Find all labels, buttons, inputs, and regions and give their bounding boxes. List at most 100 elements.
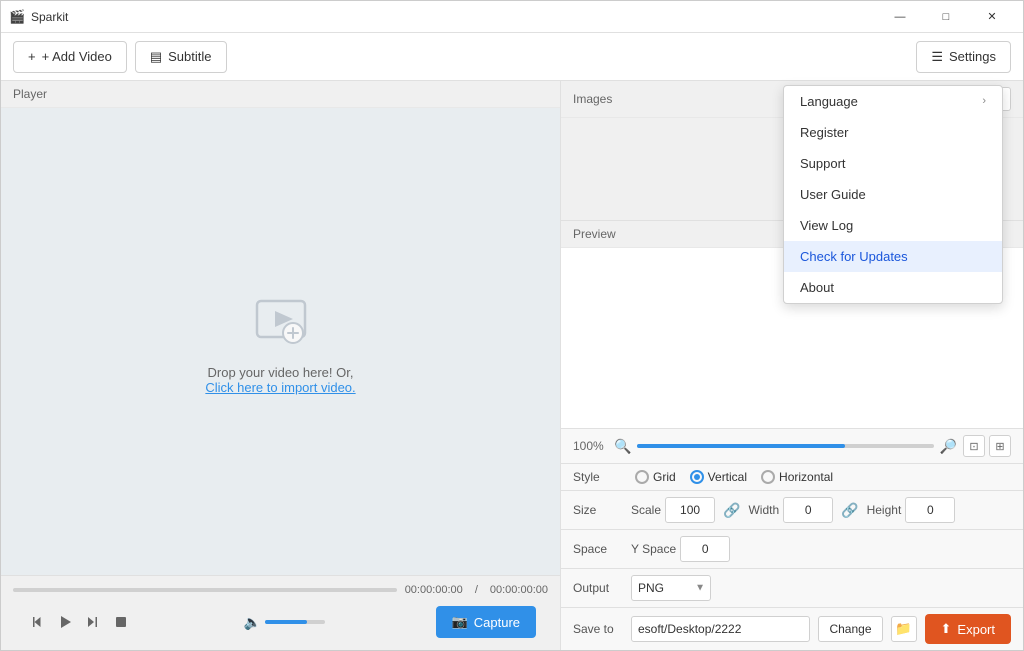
vertical-label: Vertical (708, 470, 747, 484)
menu-item-language[interactable]: Language › (784, 86, 1002, 117)
maximize-button[interactable]: □ (923, 1, 969, 33)
menu-support-label: Support (800, 156, 846, 171)
link-icon-2: 🔗 (841, 502, 858, 519)
time-current: 00:00:00:00 (405, 584, 463, 596)
grid-view-button[interactable]: ⊞ (989, 435, 1011, 457)
app-icon: 🎬 (9, 9, 25, 25)
video-area[interactable]: Drop your video here! Or, Click here to … (1, 108, 560, 575)
chevron-right-icon: › (982, 95, 986, 107)
stop-button[interactable] (109, 610, 133, 634)
vertical-radio[interactable] (690, 470, 704, 484)
height-input[interactable] (905, 497, 955, 523)
save-path: esoft/Desktop/2222 (631, 616, 810, 642)
yspace-group: Y Space (631, 536, 730, 562)
output-select[interactable]: PNG (631, 575, 711, 601)
progress-track[interactable] (13, 588, 397, 592)
style-row: Style Grid Vertical Horizontal (561, 464, 1023, 491)
grid-label: Grid (653, 470, 676, 484)
export-button[interactable]: ⬆ Export (925, 614, 1011, 644)
scale-input[interactable] (665, 497, 715, 523)
height-group: Height (867, 497, 956, 523)
size-label: Size (573, 503, 623, 517)
stop-icon (114, 615, 128, 629)
window-title: Sparkit (31, 10, 877, 24)
zoom-in-icon[interactable]: 🔎 (940, 438, 957, 455)
video-controls: 00:00:00:00 / 00:00:00:00 (1, 575, 560, 650)
export-label: Export (957, 622, 995, 637)
width-group: Width (748, 497, 833, 523)
play-button[interactable] (53, 610, 77, 634)
subtitle-button[interactable]: ▤ Subtitle (135, 41, 227, 73)
capture-label: Capture (474, 615, 520, 630)
volume-icon: 🔈 (244, 614, 261, 631)
height-label: Height (867, 503, 902, 517)
menu-check-updates-label: Check for Updates (800, 249, 908, 264)
menu-item-support[interactable]: Support (784, 148, 1002, 179)
space-row: Space Y Space (561, 530, 1023, 569)
import-link[interactable]: Click here to import video. (205, 380, 355, 395)
minimize-button[interactable]: — (877, 1, 923, 33)
close-button[interactable]: ✕ (969, 1, 1015, 33)
vertical-radio-dot (694, 474, 700, 480)
window-controls: — □ ✕ (877, 1, 1015, 33)
zoom-out-icon[interactable]: 🔍 (614, 438, 631, 455)
output-row: Output PNG ▼ (561, 569, 1023, 608)
saveto-label: Save to (573, 622, 623, 636)
fit-view-button[interactable]: ⊡ (963, 435, 985, 457)
folder-button[interactable]: 📁 (891, 616, 917, 642)
video-placeholder-icon (249, 289, 313, 353)
main-window: 🎬 Sparkit — □ ✕ + + Add Video ▤ Subtitle… (0, 0, 1024, 651)
output-value: PNG (638, 581, 664, 595)
images-title: Images (573, 92, 612, 106)
next-button[interactable] (81, 610, 105, 634)
zoom-track[interactable] (637, 444, 933, 448)
menu-language-label: Language (800, 94, 858, 109)
output-dropdown-wrapper: PNG ▼ (631, 575, 711, 601)
skip-forward-icon (85, 614, 101, 630)
titlebar: 🎬 Sparkit — □ ✕ (1, 1, 1023, 33)
style-label: Style (573, 470, 623, 484)
style-option-vertical[interactable]: Vertical (690, 470, 747, 484)
menu-item-user-guide[interactable]: User Guide (784, 179, 1002, 210)
camera-icon: 📷 (452, 614, 468, 630)
add-icon: + (28, 49, 36, 64)
subtitle-icon: ▤ (150, 49, 162, 65)
zoom-fill (637, 444, 844, 448)
grid-radio[interactable] (635, 470, 649, 484)
yspace-input[interactable] (680, 536, 730, 562)
player-header: Player (1, 81, 560, 108)
menu-item-view-log[interactable]: View Log (784, 210, 1002, 241)
horizontal-label: Horizontal (779, 470, 833, 484)
capture-button[interactable]: 📷 Capture (436, 606, 536, 638)
zoom-percent: 100% (573, 439, 608, 453)
prev-button[interactable] (25, 610, 49, 634)
settings-label: Settings (949, 49, 996, 64)
settings-button[interactable]: ☰ Settings (916, 41, 1011, 73)
skip-back-icon (29, 614, 45, 630)
width-input[interactable] (783, 497, 833, 523)
style-radio-group: Grid Vertical Horizontal (635, 470, 833, 484)
menu-item-register[interactable]: Register (784, 117, 1002, 148)
add-video-button[interactable]: + + Add Video (13, 41, 127, 73)
width-label: Width (748, 503, 779, 517)
time-total: 00:00:00:00 (490, 584, 548, 596)
menu-about-label: About (800, 280, 834, 295)
subtitle-label: Subtitle (168, 49, 211, 64)
link-icon-1: 🔗 (723, 502, 740, 519)
menu-item-about[interactable]: About (784, 272, 1002, 303)
menu-item-check-updates[interactable]: Check for Updates (784, 241, 1002, 272)
volume-fill (265, 620, 307, 624)
time-separator: / (475, 584, 478, 596)
menu-register-label: Register (800, 125, 848, 140)
space-label: Space (573, 542, 623, 556)
volume-slider[interactable] (265, 620, 325, 624)
style-option-grid[interactable]: Grid (635, 470, 676, 484)
style-option-horizontal[interactable]: Horizontal (761, 470, 833, 484)
export-icon: ⬆ (941, 621, 952, 637)
zoom-bar: 100% 🔍 🔎 ⊡ ⊞ (561, 429, 1023, 464)
saveto-row: Save to esoft/Desktop/2222 Change 📁 ⬆ Ex… (561, 608, 1023, 650)
add-video-label: + Add Video (42, 49, 112, 64)
horizontal-radio[interactable] (761, 470, 775, 484)
change-button[interactable]: Change (818, 616, 882, 642)
play-icon (57, 614, 73, 630)
